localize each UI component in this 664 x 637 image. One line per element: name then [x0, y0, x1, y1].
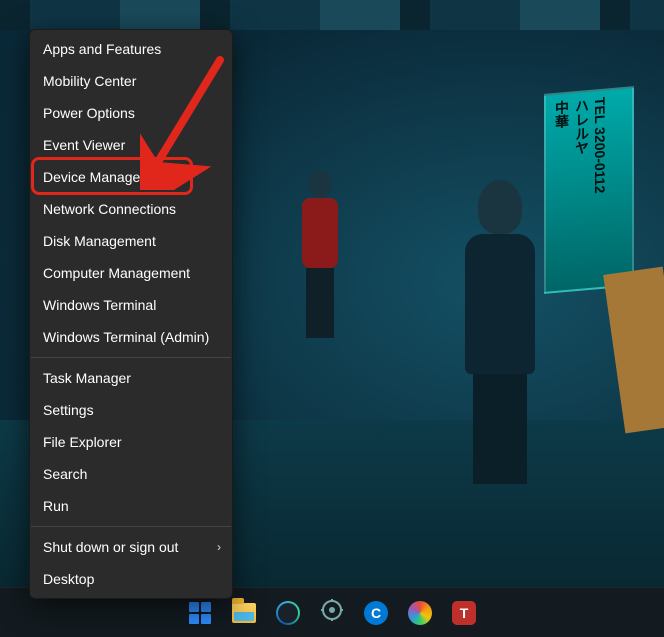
edge-icon[interactable] — [273, 598, 303, 628]
folder-icon — [232, 603, 256, 623]
menu-apps-and-features[interactable]: Apps and Features — [31, 33, 231, 65]
gear-icon — [320, 598, 344, 627]
menu-file-explorer[interactable]: File Explorer — [31, 426, 231, 458]
wallpaper-detail — [300, 170, 340, 350]
paint-icon[interactable] — [405, 598, 435, 628]
menu-item-label: Network Connections — [43, 201, 176, 217]
menu-item-label: Device Manager — [43, 169, 145, 185]
letter-t-icon: T — [452, 601, 476, 625]
menu-item-label: Windows Terminal — [43, 297, 156, 313]
menu-item-label: Event Viewer — [43, 137, 125, 153]
menu-item-label: Search — [43, 466, 87, 482]
menu-shutdown[interactable]: Shut down or sign out › — [31, 531, 231, 563]
menu-item-label: Disk Management — [43, 233, 156, 249]
menu-item-label: Computer Management — [43, 265, 190, 281]
menu-task-manager[interactable]: Task Manager — [31, 362, 231, 394]
menu-item-label: File Explorer — [43, 434, 122, 450]
file-explorer-icon[interactable] — [229, 598, 259, 628]
menu-desktop[interactable]: Desktop — [31, 563, 231, 595]
menu-item-label: Power Options — [43, 105, 135, 121]
menu-item-label: Windows Terminal (Admin) — [43, 329, 209, 345]
winx-context-menu: Apps and Features Mobility Center Power Op… — [29, 29, 233, 599]
menu-item-label: Run — [43, 498, 69, 514]
menu-disk-management[interactable]: Disk Management — [31, 225, 231, 257]
menu-mobility-center[interactable]: Mobility Center — [31, 65, 231, 97]
menu-device-manager[interactable]: Device Manager — [31, 161, 231, 193]
menu-item-label: Desktop — [43, 571, 94, 587]
menu-separator — [31, 526, 231, 527]
copilot-icon[interactable]: C — [361, 598, 391, 628]
menu-network-connections[interactable]: Network Connections — [31, 193, 231, 225]
menu-item-label: Settings — [43, 402, 94, 418]
menu-power-options[interactable]: Power Options — [31, 97, 231, 129]
menu-event-viewer[interactable]: Event Viewer — [31, 129, 231, 161]
wallpaper-detail — [0, 0, 664, 30]
wallpaper-detail — [544, 86, 634, 294]
menu-item-label: Mobility Center — [43, 73, 136, 89]
menu-settings[interactable]: Settings — [31, 394, 231, 426]
browser-icon — [276, 601, 300, 625]
palette-icon — [408, 601, 432, 625]
menu-windows-terminal-admin[interactable]: Windows Terminal (Admin) — [31, 321, 231, 353]
settings-icon[interactable] — [317, 598, 347, 628]
menu-item-label: Task Manager — [43, 370, 131, 386]
chevron-right-icon: › — [217, 538, 221, 556]
menu-separator — [31, 357, 231, 358]
menu-item-label: Apps and Features — [43, 41, 161, 57]
letter-c-icon: C — [364, 601, 388, 625]
menu-item-label: Shut down or sign out — [43, 539, 178, 555]
wallpaper-detail — [460, 180, 540, 480]
menu-computer-management[interactable]: Computer Management — [31, 257, 231, 289]
windows-logo-icon — [189, 602, 211, 624]
app-t-icon[interactable]: T — [449, 598, 479, 628]
menu-search[interactable]: Search — [31, 458, 231, 490]
menu-windows-terminal[interactable]: Windows Terminal — [31, 289, 231, 321]
start-button[interactable] — [185, 598, 215, 628]
menu-run[interactable]: Run — [31, 490, 231, 522]
